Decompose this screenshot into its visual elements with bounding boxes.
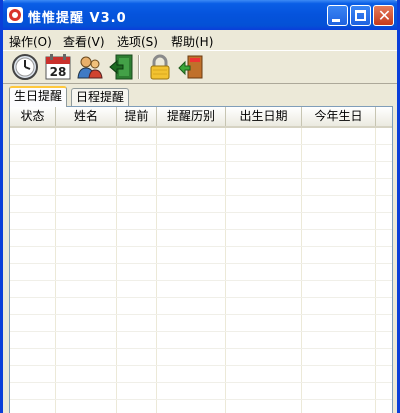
menu-options[interactable]: 选项(S) [117,33,158,50]
close-button[interactable]: ✕ [373,5,394,26]
lock-icon[interactable] [146,53,174,81]
column-header-advance[interactable]: 提前 [117,107,157,126]
toolbar-separator [138,55,140,79]
logout-icon[interactable] [177,53,205,81]
column-header-this-year-birthday[interactable]: 今年生日 [302,107,376,126]
title-bar[interactable]: 惟惟提醒 V3.0 ✕ [3,0,397,30]
menu-view[interactable]: 查看(V) [63,33,105,50]
minimize-icon [332,19,340,22]
app-icon[interactable] [7,7,23,23]
app-window: 惟惟提醒 V3.0 ✕ 操作(O) 查看(V) 选项(S) 帮助(H) 28 生… [0,0,400,413]
maximize-icon [355,10,366,21]
exit-door-icon[interactable] [108,53,136,81]
column-header-birth-date[interactable]: 出生日期 [226,107,302,126]
calendar-day-label: 28 [50,65,67,79]
menu-operation[interactable]: 操作(O) [9,33,52,50]
column-header-name[interactable]: 姓名 [56,107,117,126]
reminder-list[interactable]: 状态 姓名 提前 提醒历别 出生日期 今年生日 [9,106,393,413]
menu-help[interactable]: 帮助(H) [171,33,213,50]
clock-icon[interactable] [11,53,39,81]
calendar-icon[interactable]: 28 [44,53,72,81]
toolbar: 28 [3,50,397,84]
tab-birthday-reminder[interactable]: 生日提醒 [9,86,68,107]
maximize-button[interactable] [350,5,371,26]
column-header-status[interactable]: 状态 [10,107,56,126]
minimize-button[interactable] [327,5,348,26]
menu-bar: 操作(O) 查看(V) 选项(S) 帮助(H) [3,30,397,50]
tab-strip: 生日提醒 日程提醒 [3,86,397,107]
list-body [10,128,392,413]
window-title: 惟惟提醒 V3.0 [28,11,127,26]
list-header: 状态 姓名 提前 提醒历别 出生日期 今年生日 [10,107,392,128]
contacts-icon[interactable] [76,53,104,81]
tab-schedule-reminder[interactable]: 日程提醒 [71,88,130,106]
close-icon: ✕ [377,6,392,25]
column-header-calendar-type[interactable]: 提醒历别 [157,107,226,126]
